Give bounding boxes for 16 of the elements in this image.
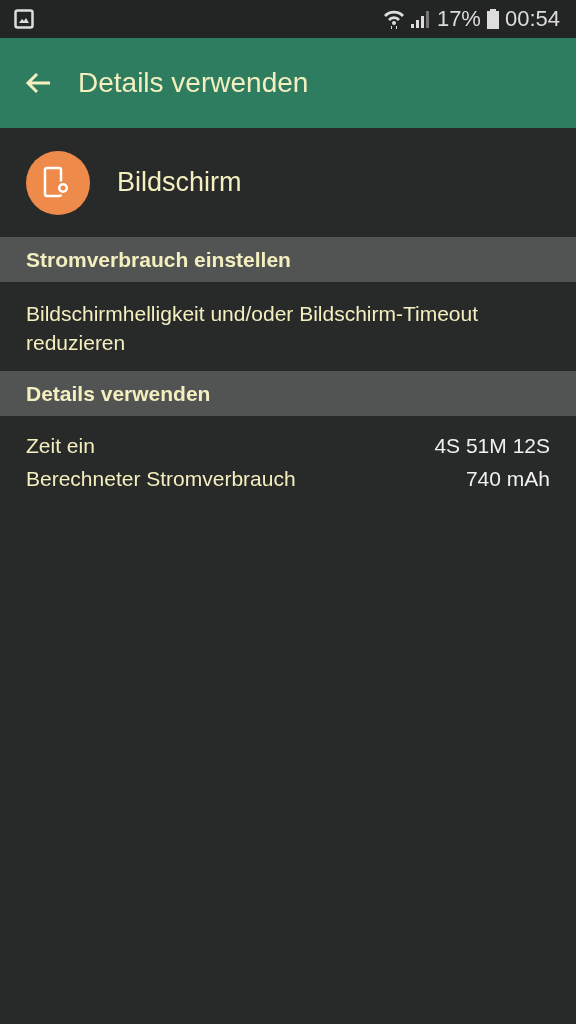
battery-percentage: 17%	[436, 6, 481, 32]
signal-icon	[410, 10, 431, 28]
tip-text: Bildschirmhelligkeit und/oder Bildschirm-Timeout reduzieren	[25, 301, 480, 356]
back-button[interactable]	[24, 71, 52, 95]
picture-icon	[14, 9, 34, 29]
detail-label: Berechneter Stromverbrauch	[26, 467, 296, 491]
screen-title: Details verwenden	[78, 67, 309, 99]
detail-value: 740 mAh	[465, 467, 550, 491]
detail-label: Zeit ein	[26, 434, 95, 458]
section-header: Stromverbrauch einstellen	[0, 237, 576, 282]
detail-value: 4S 51M 12S	[434, 434, 550, 458]
clock-time: 00:54	[504, 6, 560, 32]
app-name: Bildschirm	[117, 167, 242, 198]
battery-icon	[486, 9, 499, 29]
wifi-icon	[382, 9, 405, 29]
section-header: Details verwenden	[0, 371, 576, 416]
